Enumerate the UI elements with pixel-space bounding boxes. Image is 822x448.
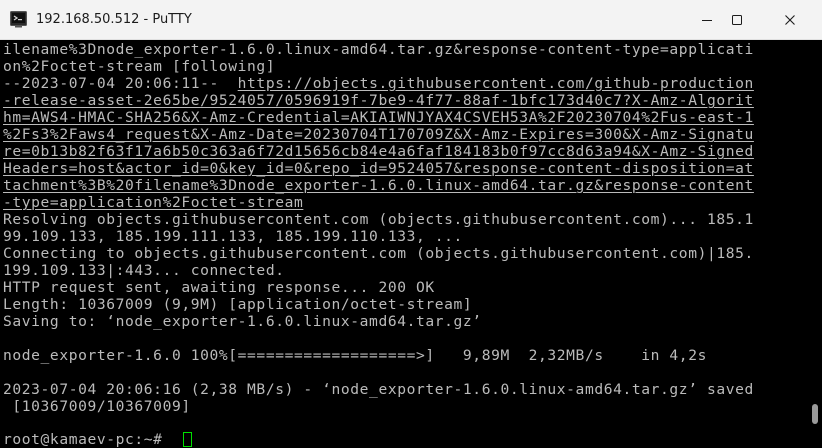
- terminal-line: [10367009/10367009]: [3, 398, 191, 415]
- scrollbar-thumb[interactable]: [812, 404, 818, 424]
- download-url-link[interactable]: https://objects.githubusercontent.com/gi…: [238, 75, 754, 92]
- url-line[interactable]: Headers=host&actor_id=0&key_id=0&repo_id…: [3, 160, 754, 177]
- close-button[interactable]: [767, 0, 813, 40]
- shell-prompt: root@kamaev-pc:~#: [3, 431, 172, 448]
- url-line[interactable]: re=0b13b82f63f17a6b50c363a6f72d15656cb84…: [3, 143, 754, 160]
- terminal-line: Resolving objects.githubusercontent.com …: [3, 211, 754, 228]
- vertical-scrollbar[interactable]: [808, 40, 822, 448]
- terminal-line: ilename%3Dnode_exporter-1.6.0.linux-amd6…: [3, 41, 754, 58]
- terminal-line: HTTP request sent, awaiting response... …: [3, 279, 435, 296]
- timestamp-prefix: --2023-07-04 20:06:11--: [3, 75, 238, 92]
- terminal-line: --2023-07-04 20:06:11-- https://objects.…: [3, 75, 754, 92]
- terminal-line: Connecting to objects.githubusercontent.…: [3, 245, 754, 262]
- url-line[interactable]: %2Fs3%2Faws4_request&X-Amz-Date=20230704…: [3, 126, 754, 143]
- maximize-icon: [731, 14, 743, 26]
- title-bar[interactable]: 192.168.50.512 - PuTTY: [0, 0, 822, 40]
- putty-terminal-icon: [10, 11, 27, 28]
- url-line[interactable]: hm=AWS4-HMAC-SHA256&X-Amz-Credential=AKI…: [3, 109, 754, 126]
- putty-window: 192.168.50.512 - PuTTY ilename%3Dnode_ex…: [0, 0, 822, 448]
- minimize-icon: [701, 14, 713, 26]
- window-title: 192.168.50.512 - PuTTY: [36, 12, 192, 27]
- url-line[interactable]: -type=application%2Foctet-stream: [3, 194, 303, 211]
- progress-line: node_exporter-1.6.0 100%[===============…: [3, 347, 707, 364]
- maximize-button[interactable]: [714, 0, 760, 40]
- text-cursor: [183, 432, 192, 447]
- close-icon: [784, 14, 796, 26]
- url-line[interactable]: -release-asset-2e65be/9524057/0596919f-7…: [3, 92, 754, 109]
- terminal-line: Saving to: ‘node_exporter-1.6.0.linux-am…: [3, 313, 482, 330]
- url-line[interactable]: tachment%3B%20filename%3Dnode_exporter-1…: [3, 177, 754, 194]
- terminal-line: on%2Foctet-stream [following]: [3, 58, 276, 75]
- terminal-output[interactable]: ilename%3Dnode_exporter-1.6.0.linux-amd6…: [0, 40, 808, 448]
- terminal-line: 99.109.133, 185.199.111.133, 185.199.110…: [3, 228, 463, 245]
- terminal-line: 2023-07-04 20:06:16 (2,38 MB/s) - ‘node_…: [3, 381, 754, 398]
- terminal-line: 199.109.133|:443... connected.: [3, 262, 285, 279]
- terminal-line: Length: 10367009 (9,9M) [application/oct…: [3, 296, 473, 313]
